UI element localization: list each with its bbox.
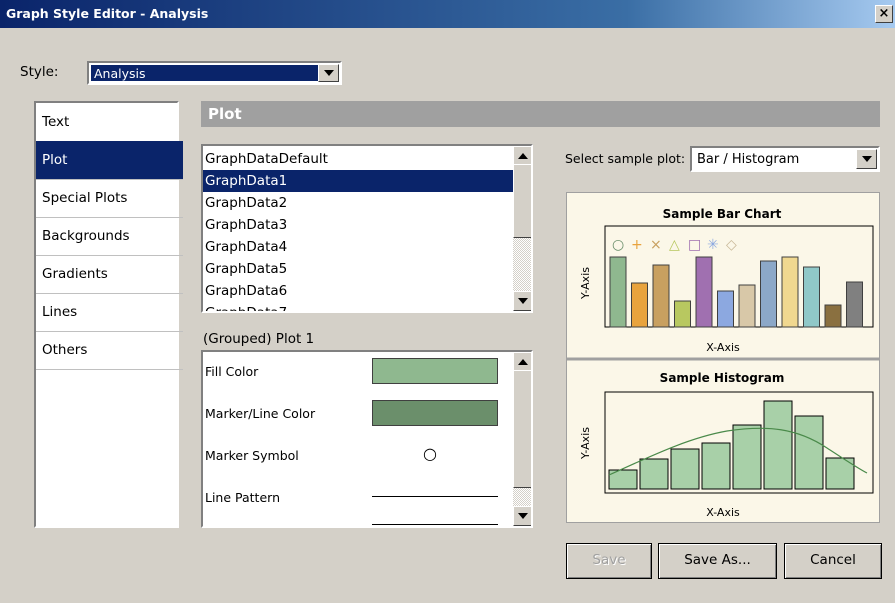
list-item[interactable]: GraphData6	[203, 280, 513, 302]
histogram-bar	[701, 442, 731, 490]
properties-scrollbar[interactable]	[513, 352, 531, 526]
graph-element-list[interactable]: GraphDataDefault GraphData1 GraphData2 G…	[201, 144, 533, 313]
scroll-down-button[interactable]	[513, 291, 531, 311]
sample-dropdown-button[interactable]	[856, 149, 877, 169]
chevron-down-icon	[861, 156, 872, 162]
marker-symbol-label: Marker Symbol	[205, 448, 299, 463]
list-item[interactable]: GraphData2	[203, 192, 513, 214]
nav-item-text[interactable]: Text	[36, 103, 183, 142]
histogram-bar	[763, 400, 793, 490]
line-pattern-sample	[372, 524, 498, 525]
scroll-thumb[interactable]	[513, 370, 531, 488]
fill-color-swatch[interactable]	[372, 358, 498, 384]
histogram-title: Sample Histogram	[660, 371, 785, 385]
scroll-down-button[interactable]	[513, 506, 531, 526]
bar-y-axis-label: Y-Axis	[579, 267, 592, 300]
list-item[interactable]: GraphData5	[203, 258, 513, 280]
style-dropdown[interactable]: Analysis	[87, 61, 342, 85]
bar	[738, 284, 756, 328]
arrow-down-icon	[518, 298, 528, 304]
arrow-up-icon	[518, 359, 528, 365]
bar	[695, 256, 713, 328]
legend-marker: □	[688, 237, 701, 253]
legend-marker: ◇	[726, 237, 737, 253]
style-value: Analysis	[91, 65, 318, 81]
list-item[interactable]: GraphData4	[203, 236, 513, 258]
style-dropdown-button[interactable]	[318, 64, 339, 82]
nav-item-backgrounds[interactable]: Backgrounds	[36, 217, 183, 256]
bar	[631, 282, 648, 328]
scroll-up-button[interactable]	[513, 146, 531, 166]
sample-plot-value: Bar / Histogram	[697, 152, 800, 167]
line-pattern-sample[interactable]	[372, 496, 498, 497]
bar	[846, 281, 863, 328]
bar	[803, 266, 820, 328]
save-as-button[interactable]: Save As...	[658, 543, 777, 579]
group-title: (Grouped) Plot 1	[203, 331, 315, 347]
bar	[781, 256, 799, 328]
arrow-down-icon	[518, 513, 528, 519]
nav-item-special-plots[interactable]: Special Plots	[36, 179, 183, 218]
sample-plot-dropdown[interactable]: Bar / Histogram	[690, 146, 880, 172]
arrow-up-icon	[518, 153, 528, 159]
legend-marker: △	[669, 237, 680, 253]
marker-line-color-swatch[interactable]	[372, 400, 498, 426]
bar-x-axis-label: X-Axis	[706, 341, 740, 354]
hist-x-axis-label: X-Axis	[706, 506, 740, 519]
sample-plot-label: Select sample plot:	[565, 151, 686, 166]
list-item[interactable]: GraphDataDefault	[203, 148, 513, 170]
nav-item-plot[interactable]: Plot	[36, 141, 183, 180]
histogram-bar	[732, 424, 762, 490]
bar	[609, 256, 627, 328]
scroll-thumb[interactable]	[513, 164, 531, 238]
histogram-bar	[670, 448, 700, 490]
sample-preview: Sample Bar Chart Y-Axis X-Axis ○ + × △ □ ✳ ◇ S…	[566, 192, 880, 523]
list-item[interactable]: GraphData7	[203, 302, 513, 311]
nav-item-lines[interactable]: Lines	[36, 293, 183, 332]
save-button[interactable]: Save	[566, 543, 652, 579]
chevron-down-icon	[323, 70, 334, 76]
cancel-button[interactable]: Cancel	[784, 543, 882, 579]
close-icon: ×	[878, 6, 890, 21]
histogram-bar	[794, 415, 824, 490]
legend-marker: ×	[650, 237, 662, 253]
nav-item-gradients[interactable]: Gradients	[36, 255, 183, 294]
fill-color-label: Fill Color	[205, 364, 259, 379]
list-scrollbar[interactable]	[513, 146, 531, 311]
scroll-up-button[interactable]	[513, 352, 531, 372]
style-label: Style:	[20, 64, 59, 80]
close-button[interactable]: ×	[875, 5, 893, 23]
legend-marker: ✳	[707, 237, 719, 253]
properties-panel: Fill Color Marker/Line Color Marker Symb…	[201, 350, 533, 528]
line-pattern-label: Line Pattern	[205, 490, 280, 505]
legend-marker: +	[631, 237, 643, 253]
bar	[652, 264, 670, 328]
nav-item-others[interactable]: Others	[36, 331, 183, 370]
circle-marker-icon[interactable]: ○	[423, 444, 437, 463]
list-item-selected[interactable]: GraphData1	[203, 170, 513, 192]
marker-line-color-label: Marker/Line Color	[205, 406, 316, 421]
list-item[interactable]: GraphData3	[203, 214, 513, 236]
bar	[824, 304, 842, 328]
bar	[760, 260, 777, 328]
legend-marker: ○	[612, 237, 624, 253]
bar	[717, 290, 734, 328]
section-header: Plot	[201, 101, 880, 127]
hist-y-axis-label: Y-Axis	[579, 427, 592, 460]
category-nav: Text Plot Special Plots Backgrounds Grad…	[34, 101, 183, 528]
bar	[674, 300, 691, 328]
window-title: Graph Style Editor - Analysis	[0, 0, 895, 28]
bar-chart-title: Sample Bar Chart	[663, 207, 782, 221]
histogram-bar	[639, 458, 669, 490]
